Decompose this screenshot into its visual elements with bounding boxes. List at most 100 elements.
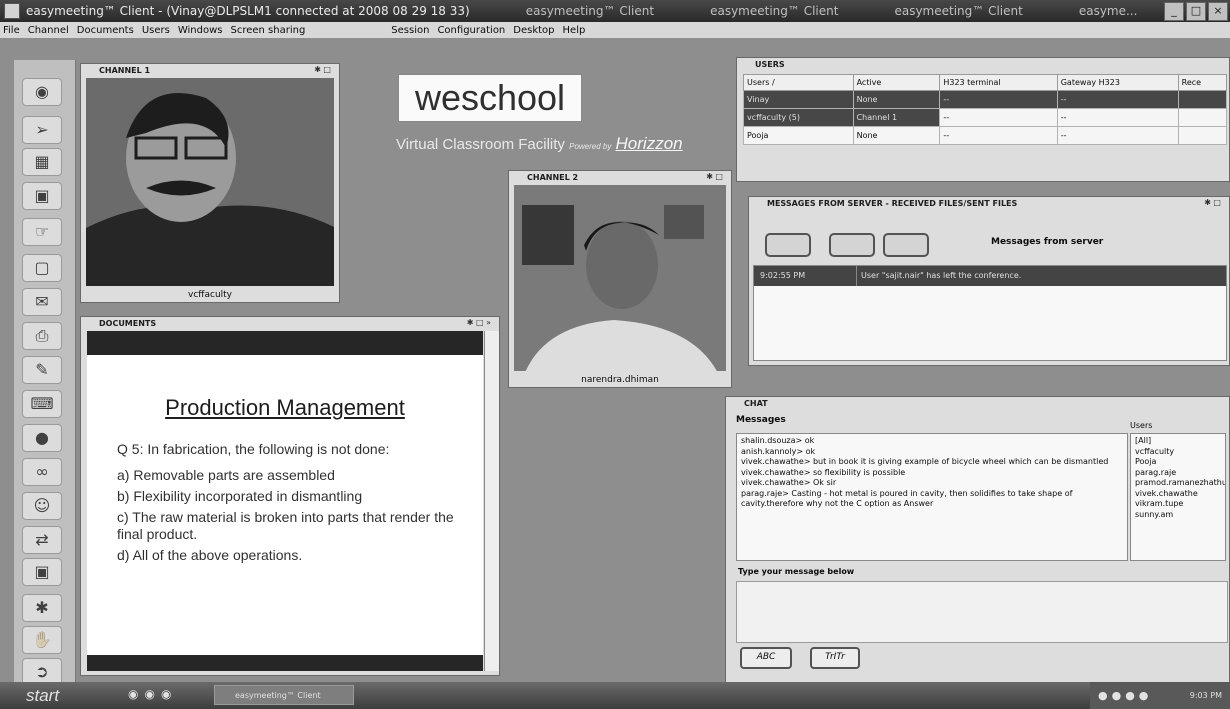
col-h323[interactable]: H323 terminal xyxy=(939,74,1058,91)
menu-session[interactable]: Session xyxy=(391,25,429,36)
app-icon[interactable] xyxy=(4,3,20,19)
keyboard-icon[interactable]: ⌨ xyxy=(22,390,62,418)
taskbar-title-4: easyme... xyxy=(1078,4,1138,18)
chat-user[interactable]: parag.raje xyxy=(1135,468,1221,479)
quick-launch-icons[interactable]: ◉◉◉ xyxy=(128,687,177,701)
monitor-icon[interactable]: ▣ xyxy=(22,558,62,586)
pen-icon[interactable]: ✎ xyxy=(22,356,62,384)
col-active[interactable]: Active xyxy=(852,74,941,91)
table-row[interactable]: vcffaculty (5) Channel 1 -- -- xyxy=(743,108,1228,127)
menu-users[interactable]: Users xyxy=(142,25,170,36)
hand-raise-icon[interactable]: ✋ xyxy=(22,626,62,654)
menu-channel[interactable]: Channel xyxy=(28,25,69,36)
col-gateway[interactable]: Gateway H323 xyxy=(1056,74,1179,91)
col-rece[interactable]: Rece xyxy=(1177,74,1228,91)
messages-tab-button[interactable] xyxy=(765,233,811,257)
channel-2-panel: CHANNEL 2 ✱ □ narendra.dhiman xyxy=(508,170,732,388)
clock: 9:03 PM xyxy=(1189,691,1222,700)
chat-user[interactable]: pramod.ramanezhathu xyxy=(1135,478,1225,489)
title-bar: easymeeting™ Client - (Vinay@DLPSLM1 con… xyxy=(0,0,1230,22)
user-active: Channel 1 xyxy=(852,108,941,127)
presentation-icon[interactable]: ▦ xyxy=(22,148,62,176)
maximize-button[interactable]: □ xyxy=(1186,2,1206,21)
chat-line: parag.raje> Casting - hot metal is poure… xyxy=(741,488,1073,509)
user-h323: -- xyxy=(939,126,1058,145)
panel-controls[interactable]: ✱ □ xyxy=(314,65,331,74)
col-users[interactable]: Users / xyxy=(743,74,854,91)
panel-controls[interactable]: ✱ □ xyxy=(706,172,723,181)
tagline: Virtual Classroom Facility xyxy=(396,136,565,153)
document-heading: Production Management xyxy=(165,395,405,420)
minimize-button[interactable]: _ xyxy=(1164,2,1184,21)
chat-user[interactable]: vivek.chawathe xyxy=(1135,489,1221,500)
menu-windows[interactable]: Windows xyxy=(178,25,223,36)
chat-user[interactable]: vcffaculty xyxy=(1135,447,1221,458)
chat-line: vivek.chawathe> so flexibility is possib… xyxy=(741,467,906,477)
sent-files-button[interactable] xyxy=(883,233,929,257)
powered-by: Powered by xyxy=(569,142,612,151)
printer-icon[interactable]: ⎙ xyxy=(22,322,62,350)
documents-panel: DOCUMENTS ✱ □ » Production Management Q … xyxy=(80,316,500,676)
option-b: b) Flexibility incorporated in dismantli… xyxy=(117,488,363,504)
close-button[interactable]: × xyxy=(1208,2,1228,21)
taskbar-item[interactable]: easymeeting™ Client xyxy=(214,685,354,705)
menu-documents[interactable]: Documents xyxy=(77,25,134,36)
user-active: None xyxy=(852,90,941,109)
document-scrollbar[interactable] xyxy=(484,331,499,671)
font-format-button[interactable]: TrITr xyxy=(810,647,860,669)
menu-screen-sharing[interactable]: Screen sharing xyxy=(230,25,305,36)
user-name: vcffaculty (5) xyxy=(743,108,854,127)
share-icon[interactable]: ⇄ xyxy=(22,526,62,554)
chat-user[interactable]: sunny.am xyxy=(1135,510,1221,521)
chat-line: anish.kannoly> ok xyxy=(741,446,816,456)
table-row[interactable]: Vinay None -- -- xyxy=(743,90,1228,109)
chat-user[interactable]: vikram.tupe xyxy=(1135,499,1221,510)
chat-users-list[interactable]: [All] vcffaculty Pooja parag.raje pramod… xyxy=(1130,433,1226,561)
messages-panel: MESSAGES FROM SERVER - RECEIVED FILES/SE… xyxy=(748,196,1230,366)
partner-logo: Horizzon xyxy=(615,134,683,153)
channel-1-panel: CHANNEL 1 ✱ □ vcffaculty xyxy=(80,63,340,303)
camera-icon[interactable]: ● xyxy=(22,424,62,452)
menu-desktop[interactable]: Desktop xyxy=(513,25,554,36)
spellcheck-button[interactable]: ABC xyxy=(740,647,792,669)
hand-icon[interactable]: ☞ xyxy=(22,218,62,246)
received-files-button[interactable] xyxy=(829,233,875,257)
system-tray: ●●●● 9:03 PM xyxy=(1090,682,1230,709)
left-toolbar: ◉ ➢ ▦ ▣ ☞ ▢ ✉ ⎙ ✎ ⌨ ● ∞ ☺ ⇄ ▣ ✱ ✋ ➲ xyxy=(14,60,76,686)
chat-messages-label: Messages xyxy=(736,415,786,425)
menu-configuration[interactable]: Configuration xyxy=(437,25,505,36)
chat-title: CHAT xyxy=(744,399,768,408)
pointer-icon[interactable]: ➢ xyxy=(22,116,62,144)
chat-message-input[interactable] xyxy=(736,581,1228,643)
whiteboard-icon[interactable]: ▢ xyxy=(22,254,62,282)
users-table: Users / Active H323 terminal Gateway H32… xyxy=(743,74,1228,145)
menu-file[interactable]: File xyxy=(3,25,20,36)
chat-line: vivek.chawathe> but in book it is giving… xyxy=(741,457,1109,466)
channel-2-title: CHANNEL 2 xyxy=(527,173,579,182)
option-c: c) The raw material is broken into parts… xyxy=(117,509,454,542)
document-footer-bar xyxy=(87,655,483,671)
panel-controls[interactable]: ✱ □ xyxy=(1204,198,1221,207)
menu-help[interactable]: Help xyxy=(563,25,586,36)
tray-icons[interactable]: ●●●● xyxy=(1098,682,1152,709)
chat-user[interactable]: Pooja xyxy=(1135,457,1221,468)
chat-users-label: Users xyxy=(1130,421,1153,430)
type-message-label: Type your message below xyxy=(738,567,855,576)
window-title: easymeeting™ Client - (Vinay@DLPSLM1 con… xyxy=(26,4,470,18)
user-active: None xyxy=(852,126,941,145)
panel-controls[interactable]: ✱ □ » xyxy=(467,318,491,327)
chain-icon[interactable]: ∞ xyxy=(22,458,62,486)
option-a: a) Removable parts are assembled xyxy=(117,467,335,483)
chat-line: vivek.chawathe> Ok sir xyxy=(741,478,837,487)
user-gateway: -- xyxy=(1056,126,1179,145)
smiley-icon[interactable]: ☺ xyxy=(22,492,62,520)
folder-icon[interactable]: ▣ xyxy=(22,182,62,210)
chat-user[interactable]: [All] xyxy=(1135,436,1221,447)
chat-messages[interactable]: shalin.dsouza> ok anish.kannoly> ok vive… xyxy=(736,433,1128,561)
eye-icon[interactable]: ◉ xyxy=(22,78,62,106)
list-item[interactable]: 9:02:55 PM User "sajit.nair" has left th… xyxy=(754,266,1226,286)
mail-icon[interactable]: ✉ xyxy=(22,288,62,316)
mouse-icon[interactable]: ✱ xyxy=(22,594,62,622)
start-button[interactable]: start xyxy=(4,685,98,706)
table-row[interactable]: Pooja None -- -- xyxy=(743,126,1228,145)
